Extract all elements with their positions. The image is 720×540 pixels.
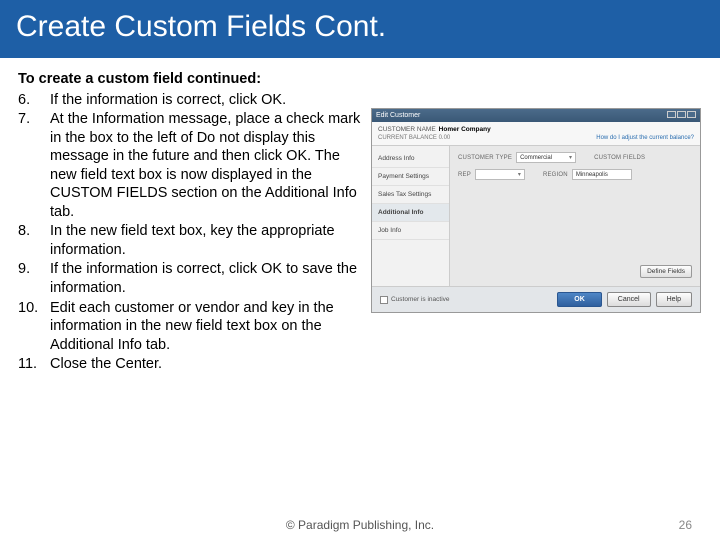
close-icon[interactable]: [687, 111, 696, 118]
region-input[interactable]: Minneapolis: [572, 169, 632, 180]
tab-job[interactable]: Job Info: [372, 222, 449, 240]
balance-label: CURRENT BALANCE 0.00: [378, 135, 450, 141]
custom-fields-heading: CUSTOM FIELDS: [594, 155, 645, 161]
slide-title: Create Custom Fields Cont.: [0, 0, 720, 58]
edit-customer-dialog: Edit Customer CUSTOMER NAME Homer Compan…: [371, 108, 701, 313]
steps-list: 6.If the information is correct, click O…: [18, 91, 363, 374]
slide-footer: © Paradigm Publishing, Inc. 26: [0, 518, 720, 532]
tab-address[interactable]: Address Info: [372, 150, 449, 168]
step-item: 8.In the new field text box, key the app…: [18, 222, 363, 259]
window-controls[interactable]: [666, 111, 696, 120]
adjust-balance-link[interactable]: How do I adjust the current balance?: [596, 135, 694, 141]
maximize-icon[interactable]: [677, 111, 686, 118]
ok-button[interactable]: OK: [557, 292, 602, 307]
rep-dropdown[interactable]: [475, 169, 525, 180]
minimize-icon[interactable]: [667, 111, 676, 118]
instruction-text: To create a custom field continued: 6.If…: [18, 70, 363, 375]
inactive-checkbox-group[interactable]: Customer is inactive: [380, 296, 450, 304]
dialog-titlebar: Edit Customer: [372, 109, 700, 122]
step-item: 7.At the Information message, place a ch…: [18, 110, 363, 221]
define-fields-button[interactable]: Define Fields: [640, 265, 692, 278]
additional-info-panel: CUSTOMER TYPE Commercial CUSTOM FIELDS R…: [450, 146, 700, 286]
copyright-text: © Paradigm Publishing, Inc.: [0, 518, 720, 532]
slide-content: To create a custom field continued: 6.If…: [0, 58, 720, 375]
step-item: 9.If the information is correct, click O…: [18, 260, 363, 297]
page-number: 26: [679, 518, 692, 532]
checkbox-icon[interactable]: [380, 296, 388, 304]
step-item: 6.If the information is correct, click O…: [18, 91, 363, 110]
intro-line: To create a custom field continued:: [18, 70, 363, 89]
help-button[interactable]: Help: [656, 292, 692, 307]
dialog-title: Edit Customer: [376, 112, 420, 119]
region-label: REGION: [543, 172, 568, 178]
step-item: 11.Close the Center.: [18, 355, 363, 374]
rep-label: REP: [458, 172, 471, 178]
dialog-tabs: Address Info Payment Settings Sales Tax …: [372, 146, 450, 286]
tab-tax[interactable]: Sales Tax Settings: [372, 186, 449, 204]
tab-payment[interactable]: Payment Settings: [372, 168, 449, 186]
customer-name-value: Homer Company: [439, 126, 491, 133]
inactive-label: Customer is inactive: [391, 296, 450, 303]
screenshot-column: Edit Customer CUSTOMER NAME Homer Compan…: [371, 70, 702, 375]
dialog-body: Address Info Payment Settings Sales Tax …: [372, 146, 700, 286]
tab-additional[interactable]: Additional Info: [372, 204, 449, 222]
dialog-footer: Customer is inactive OK Cancel Help: [372, 286, 700, 312]
cancel-button[interactable]: Cancel: [607, 292, 651, 307]
customer-type-label: CUSTOMER TYPE: [458, 155, 512, 161]
dialog-header: CUSTOMER NAME Homer Company CURRENT BALA…: [372, 122, 700, 146]
step-item: 10.Edit each customer or vendor and key …: [18, 299, 363, 355]
customer-type-dropdown[interactable]: Commercial: [516, 152, 576, 163]
customer-name-label: CUSTOMER NAME: [378, 126, 436, 133]
